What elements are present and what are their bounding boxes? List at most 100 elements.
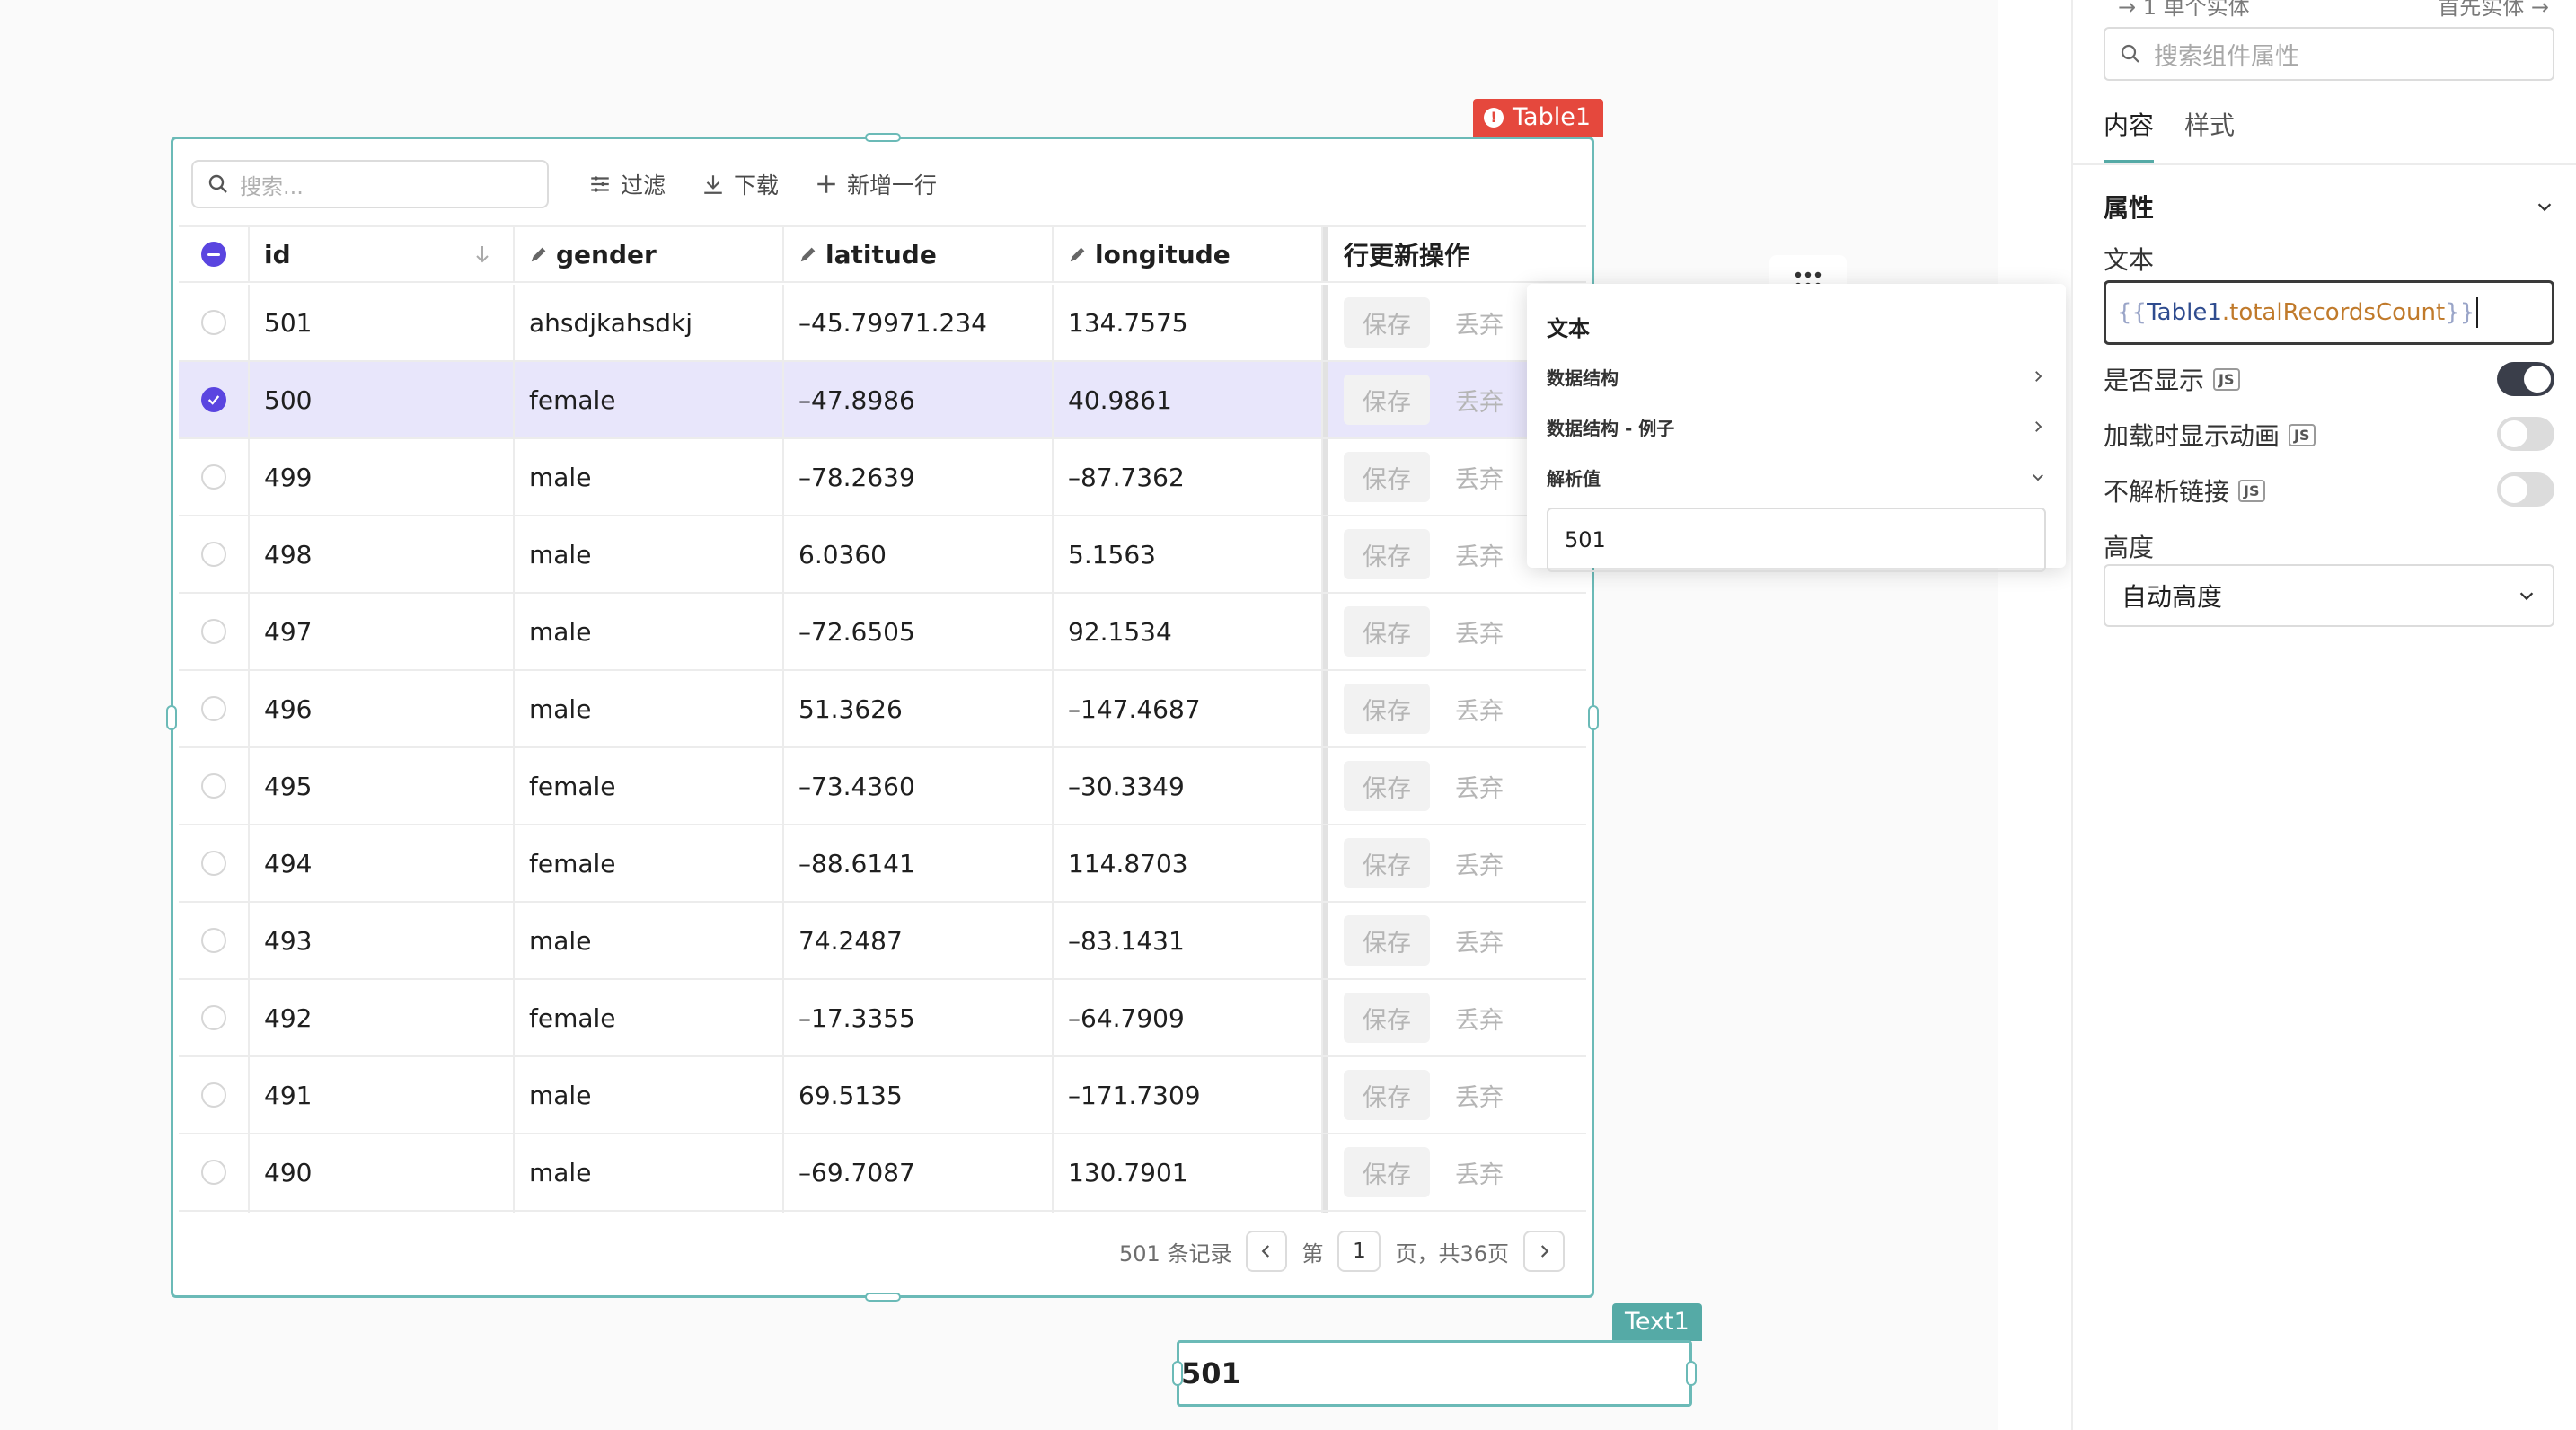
- discard-row-button[interactable]: 丢弃: [1455, 383, 1504, 418]
- cell-id[interactable]: 493: [250, 903, 515, 978]
- cell-longitude[interactable]: –83.1431: [1054, 903, 1323, 978]
- discard-row-button[interactable]: 丢弃: [1455, 537, 1504, 572]
- column-header-longitude[interactable]: longitude: [1054, 227, 1323, 281]
- cell-id[interactable]: 500: [250, 362, 515, 437]
- row-select-checkbox[interactable]: [179, 439, 250, 515]
- cell-longitude[interactable]: –171.7309: [1054, 1057, 1323, 1133]
- resize-handle-bottom[interactable]: [865, 1293, 901, 1302]
- next-page-button[interactable]: [1523, 1231, 1565, 1272]
- table-row[interactable]: 497 male –72.6505 92.1534 保存 丢弃: [179, 594, 1586, 671]
- cell-latitude[interactable]: –73.4360: [784, 748, 1054, 824]
- cell-latitude[interactable]: –45.79971.234: [784, 285, 1054, 360]
- cell-latitude[interactable]: –88.6141: [784, 825, 1054, 901]
- table-row[interactable]: 494 female –88.6141 114.8703 保存 丢弃: [179, 825, 1586, 903]
- cell-longitude[interactable]: 92.1534: [1054, 594, 1323, 669]
- table-row[interactable]: 490 male –69.7087 130.7901 保存 丢弃: [179, 1134, 1586, 1212]
- js-toggle-badge[interactable]: JS: [2238, 479, 2265, 502]
- filter-button[interactable]: 过滤: [588, 168, 666, 200]
- row-select-checkbox[interactable]: [179, 1134, 250, 1210]
- save-row-button[interactable]: 保存: [1344, 684, 1430, 734]
- cell-id[interactable]: 496: [250, 671, 515, 746]
- cell-longitude[interactable]: 5.1563: [1054, 516, 1323, 592]
- table-row[interactable]: 491 male 69.5135 –171.7309 保存 丢弃: [179, 1057, 1586, 1134]
- cell-gender[interactable]: female: [515, 748, 784, 824]
- cell-gender[interactable]: female: [515, 362, 784, 437]
- js-toggle-badge[interactable]: JS: [2289, 423, 2316, 446]
- property-search-input[interactable]: 搜索组件属性: [2104, 27, 2554, 81]
- cell-longitude[interactable]: 134.7575: [1054, 285, 1323, 360]
- row-select-checkbox[interactable]: [179, 903, 250, 978]
- add-row-button[interactable]: 新增一行: [815, 168, 937, 200]
- cell-longitude[interactable]: –87.7362: [1054, 439, 1323, 515]
- no-parse-toggle[interactable]: [2497, 472, 2554, 507]
- table-row[interactable]: 501 ahsdjkahsdkj –45.79971.234 134.7575 保存 丢弃: [179, 285, 1586, 362]
- row-select-checkbox[interactable]: [179, 362, 250, 437]
- sort-desc-icon[interactable]: [472, 243, 493, 265]
- column-header-gender[interactable]: gender: [515, 227, 784, 281]
- resize-handle-top[interactable]: [865, 133, 901, 142]
- table-widget-tag[interactable]: ! Table1: [1473, 99, 1603, 137]
- cell-longitude[interactable]: 130.7901: [1054, 1134, 1323, 1210]
- cell-longitude[interactable]: –147.4687: [1054, 671, 1323, 746]
- cell-latitude[interactable]: 69.5135: [784, 1057, 1054, 1133]
- cell-id[interactable]: 490: [250, 1134, 515, 1210]
- cell-gender[interactable]: male: [515, 903, 784, 978]
- discard-row-button[interactable]: 丢弃: [1455, 305, 1504, 340]
- popover-row-data-type[interactable]: 数据结构: [1547, 351, 2046, 402]
- row-select-checkbox[interactable]: [179, 285, 250, 360]
- save-row-button[interactable]: 保存: [1344, 915, 1430, 966]
- column-header-latitude[interactable]: latitude: [784, 227, 1054, 281]
- discard-row-button[interactable]: 丢弃: [1455, 692, 1504, 727]
- table-row[interactable]: 495 female –73.4360 –30.3349 保存 丢弃: [179, 748, 1586, 825]
- section-properties[interactable]: 属性: [2104, 189, 2554, 225]
- save-row-button[interactable]: 保存: [1344, 1070, 1430, 1120]
- row-select-checkbox[interactable]: [179, 1057, 250, 1133]
- resize-handle-left[interactable]: [1172, 1361, 1183, 1386]
- discard-row-button[interactable]: 丢弃: [1455, 923, 1504, 958]
- cell-gender[interactable]: male: [515, 594, 784, 669]
- cell-latitude[interactable]: –47.8986: [784, 362, 1054, 437]
- text-widget[interactable]: 501: [1172, 1340, 1697, 1407]
- cell-id[interactable]: 494: [250, 825, 515, 901]
- cell-latitude[interactable]: –69.7087: [784, 1134, 1054, 1210]
- cell-longitude[interactable]: 114.8703: [1054, 825, 1323, 901]
- text-code-editor[interactable]: {{Table1 .totalRecordsCount}}: [2104, 280, 2554, 345]
- save-row-button[interactable]: 保存: [1344, 1147, 1430, 1197]
- table-row[interactable]: 493 male 74.2487 –83.1431 保存 丢弃: [179, 903, 1586, 980]
- row-select-checkbox[interactable]: [179, 980, 250, 1055]
- cell-gender[interactable]: male: [515, 439, 784, 515]
- popover-row-data-example[interactable]: 数据结构 - 例子: [1547, 402, 2046, 452]
- cell-gender[interactable]: male: [515, 1134, 784, 1210]
- panel-top-left[interactable]: → 1 单个实体: [2118, 0, 2250, 20]
- resize-handle-right[interactable]: [1588, 705, 1599, 730]
- popover-row-evaluated[interactable]: 解析值: [1547, 452, 2046, 502]
- cell-gender[interactable]: male: [515, 671, 784, 746]
- cell-latitude[interactable]: –78.2639: [784, 439, 1054, 515]
- discard-row-button[interactable]: 丢弃: [1455, 1078, 1504, 1113]
- table-widget[interactable]: 搜索... 过滤 下载 新增一行 id gender latitude long…: [166, 133, 1599, 1302]
- animate-toggle[interactable]: [2497, 417, 2554, 451]
- cell-id[interactable]: 498: [250, 516, 515, 592]
- table-row[interactable]: 498 male 6.0360 5.1563 保存 丢弃: [179, 516, 1586, 594]
- discard-row-button[interactable]: 丢弃: [1455, 1001, 1504, 1036]
- cell-latitude[interactable]: 51.3626: [784, 671, 1054, 746]
- cell-id[interactable]: 491: [250, 1057, 515, 1133]
- cell-id[interactable]: 492: [250, 980, 515, 1055]
- cell-latitude[interactable]: –72.6505: [784, 594, 1054, 669]
- js-toggle-badge[interactable]: JS: [2213, 367, 2240, 391]
- cell-gender[interactable]: ahsdjkahsdkj: [515, 285, 784, 360]
- row-select-checkbox[interactable]: [179, 748, 250, 824]
- save-row-button[interactable]: 保存: [1344, 993, 1430, 1043]
- discard-row-button[interactable]: 丢弃: [1455, 614, 1504, 649]
- table-row[interactable]: 500 female –47.8986 40.9861 保存 丢弃: [179, 362, 1586, 439]
- visible-toggle[interactable]: [2497, 362, 2554, 396]
- discard-row-button[interactable]: 丢弃: [1455, 769, 1504, 804]
- table-row[interactable]: 499 male –78.2639 –87.7362 保存 丢弃: [179, 439, 1586, 516]
- save-row-button[interactable]: 保存: [1344, 297, 1430, 348]
- cell-gender[interactable]: female: [515, 980, 784, 1055]
- cell-longitude[interactable]: –64.7909: [1054, 980, 1323, 1055]
- cell-longitude[interactable]: 40.9861: [1054, 362, 1323, 437]
- height-select[interactable]: 自动高度: [2104, 564, 2554, 627]
- cell-id[interactable]: 501: [250, 285, 515, 360]
- resize-handle-left[interactable]: [166, 705, 177, 730]
